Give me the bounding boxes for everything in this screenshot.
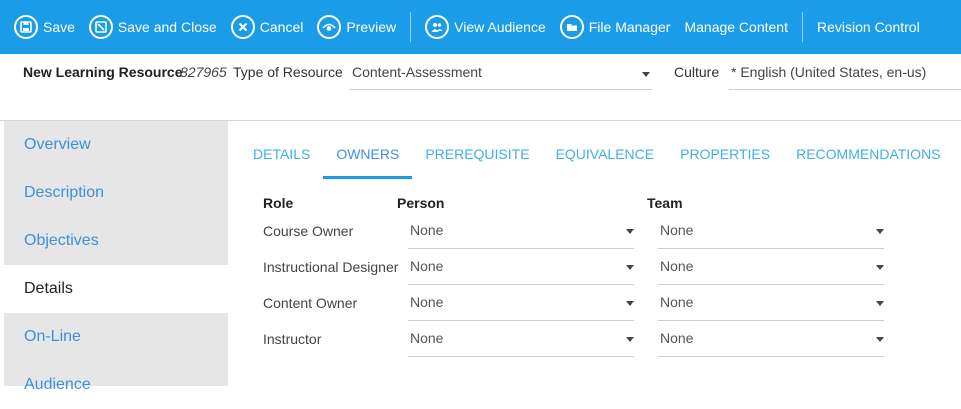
role-label: Instructor	[263, 331, 322, 347]
tab-prerequisite[interactable]: PREREQUISITE	[412, 134, 542, 179]
file-manager-label: File Manager	[588, 19, 671, 35]
chevron-down-icon	[626, 229, 634, 234]
team-value: None	[660, 258, 694, 274]
resource-id: 827965	[180, 64, 227, 80]
chevron-down-icon	[876, 337, 884, 342]
culture-field[interactable]: * English (United States, en-us)	[729, 58, 961, 90]
culture-label: Culture	[674, 64, 720, 80]
sidebar-item-overview[interactable]: Overview	[4, 121, 228, 169]
team-column-header: Team	[647, 195, 683, 211]
users-icon	[425, 15, 450, 39]
tab-recommendations[interactable]: RECOMMENDATIONS	[783, 134, 953, 179]
tab-equivalence[interactable]: EQUIVALENCE	[543, 134, 668, 179]
team-value: None	[660, 330, 694, 346]
role-label: Instructional Designer	[263, 259, 399, 275]
sidebar-item-details[interactable]: Details	[4, 265, 228, 313]
save-close-icon	[88, 15, 113, 39]
save-icon	[14, 15, 38, 39]
person-select[interactable]: None	[408, 323, 634, 357]
person-select[interactable]: None	[408, 215, 634, 249]
sidebar-item-on-line[interactable]: On-Line	[4, 313, 228, 361]
person-value: None	[410, 222, 444, 238]
type-of-resource-label: Type of Resource	[233, 64, 343, 80]
page-title: New Learning Resource	[23, 64, 183, 80]
chevron-down-icon	[626, 337, 634, 342]
resource-header: New Learning Resource 827965 Type of Res…	[0, 54, 961, 121]
chevron-down-icon	[626, 301, 634, 306]
sidebar-item-objectives[interactable]: Objectives	[4, 217, 228, 265]
save-label: Save	[43, 19, 75, 35]
revision-control-button[interactable]: Revision Control	[817, 0, 934, 54]
role-column-header: Role	[263, 195, 294, 211]
toolbar: Save Save and Close Cancel Preview View …	[0, 0, 961, 54]
person-column-header: Person	[397, 195, 445, 211]
chevron-down-icon	[876, 229, 884, 234]
team-select[interactable]: None	[658, 287, 884, 321]
toolbar-divider	[410, 12, 412, 42]
person-value: None	[410, 330, 444, 346]
person-value: None	[410, 294, 444, 310]
type-of-resource-value: Content-Assessment	[352, 64, 482, 80]
person-select[interactable]: None	[408, 287, 634, 321]
view-audience-label: View Audience	[454, 19, 546, 35]
sidebar-item-audience[interactable]: Audience	[4, 361, 228, 409]
cancel-label: Cancel	[259, 19, 304, 35]
preview-label: Preview	[346, 19, 397, 35]
tab-properties[interactable]: PROPERTIES	[667, 134, 783, 179]
person-value: None	[410, 258, 444, 274]
person-select[interactable]: None	[408, 251, 634, 285]
sidebar: Overview Description Objectives Details …	[4, 121, 228, 393]
team-select[interactable]: None	[658, 215, 884, 249]
manage-content-button[interactable]: Manage Content	[684, 0, 802, 54]
culture-value: * English (United States, en-us)	[731, 64, 927, 80]
team-value: None	[660, 222, 694, 238]
manage-content-label: Manage Content	[684, 19, 788, 35]
revision-control-label: Revision Control	[816, 19, 920, 35]
tab-owners[interactable]: OWNERS	[323, 134, 413, 179]
chevron-down-icon	[876, 265, 884, 270]
sidebar-item-description[interactable]: Description	[4, 169, 228, 217]
chevron-down-icon	[642, 72, 650, 77]
role-label: Content Owner	[263, 295, 358, 311]
save-button[interactable]: Save	[14, 0, 89, 54]
view-audience-button[interactable]: View Audience	[425, 0, 560, 54]
tab-bar: DETAILS OWNERS PREREQUISITE EQUIVALENCE …	[240, 134, 954, 180]
save-and-close-button[interactable]: Save and Close	[88, 0, 231, 54]
cancel-button[interactable]: Cancel	[230, 0, 318, 54]
type-of-resource-select[interactable]: Content-Assessment	[350, 58, 652, 90]
close-icon	[230, 15, 255, 39]
toolbar-divider	[801, 12, 803, 42]
tab-details[interactable]: DETAILS	[240, 134, 323, 179]
team-value: None	[660, 294, 694, 310]
chevron-down-icon	[626, 265, 634, 270]
eye-icon	[317, 15, 342, 39]
team-select[interactable]: None	[658, 323, 884, 357]
chevron-down-icon	[876, 301, 884, 306]
folder-icon	[559, 15, 584, 39]
file-manager-button[interactable]: File Manager	[559, 0, 685, 54]
team-select[interactable]: None	[658, 251, 884, 285]
save-and-close-label: Save and Close	[117, 19, 217, 35]
role-label: Course Owner	[263, 223, 354, 239]
preview-button[interactable]: Preview	[317, 0, 410, 54]
